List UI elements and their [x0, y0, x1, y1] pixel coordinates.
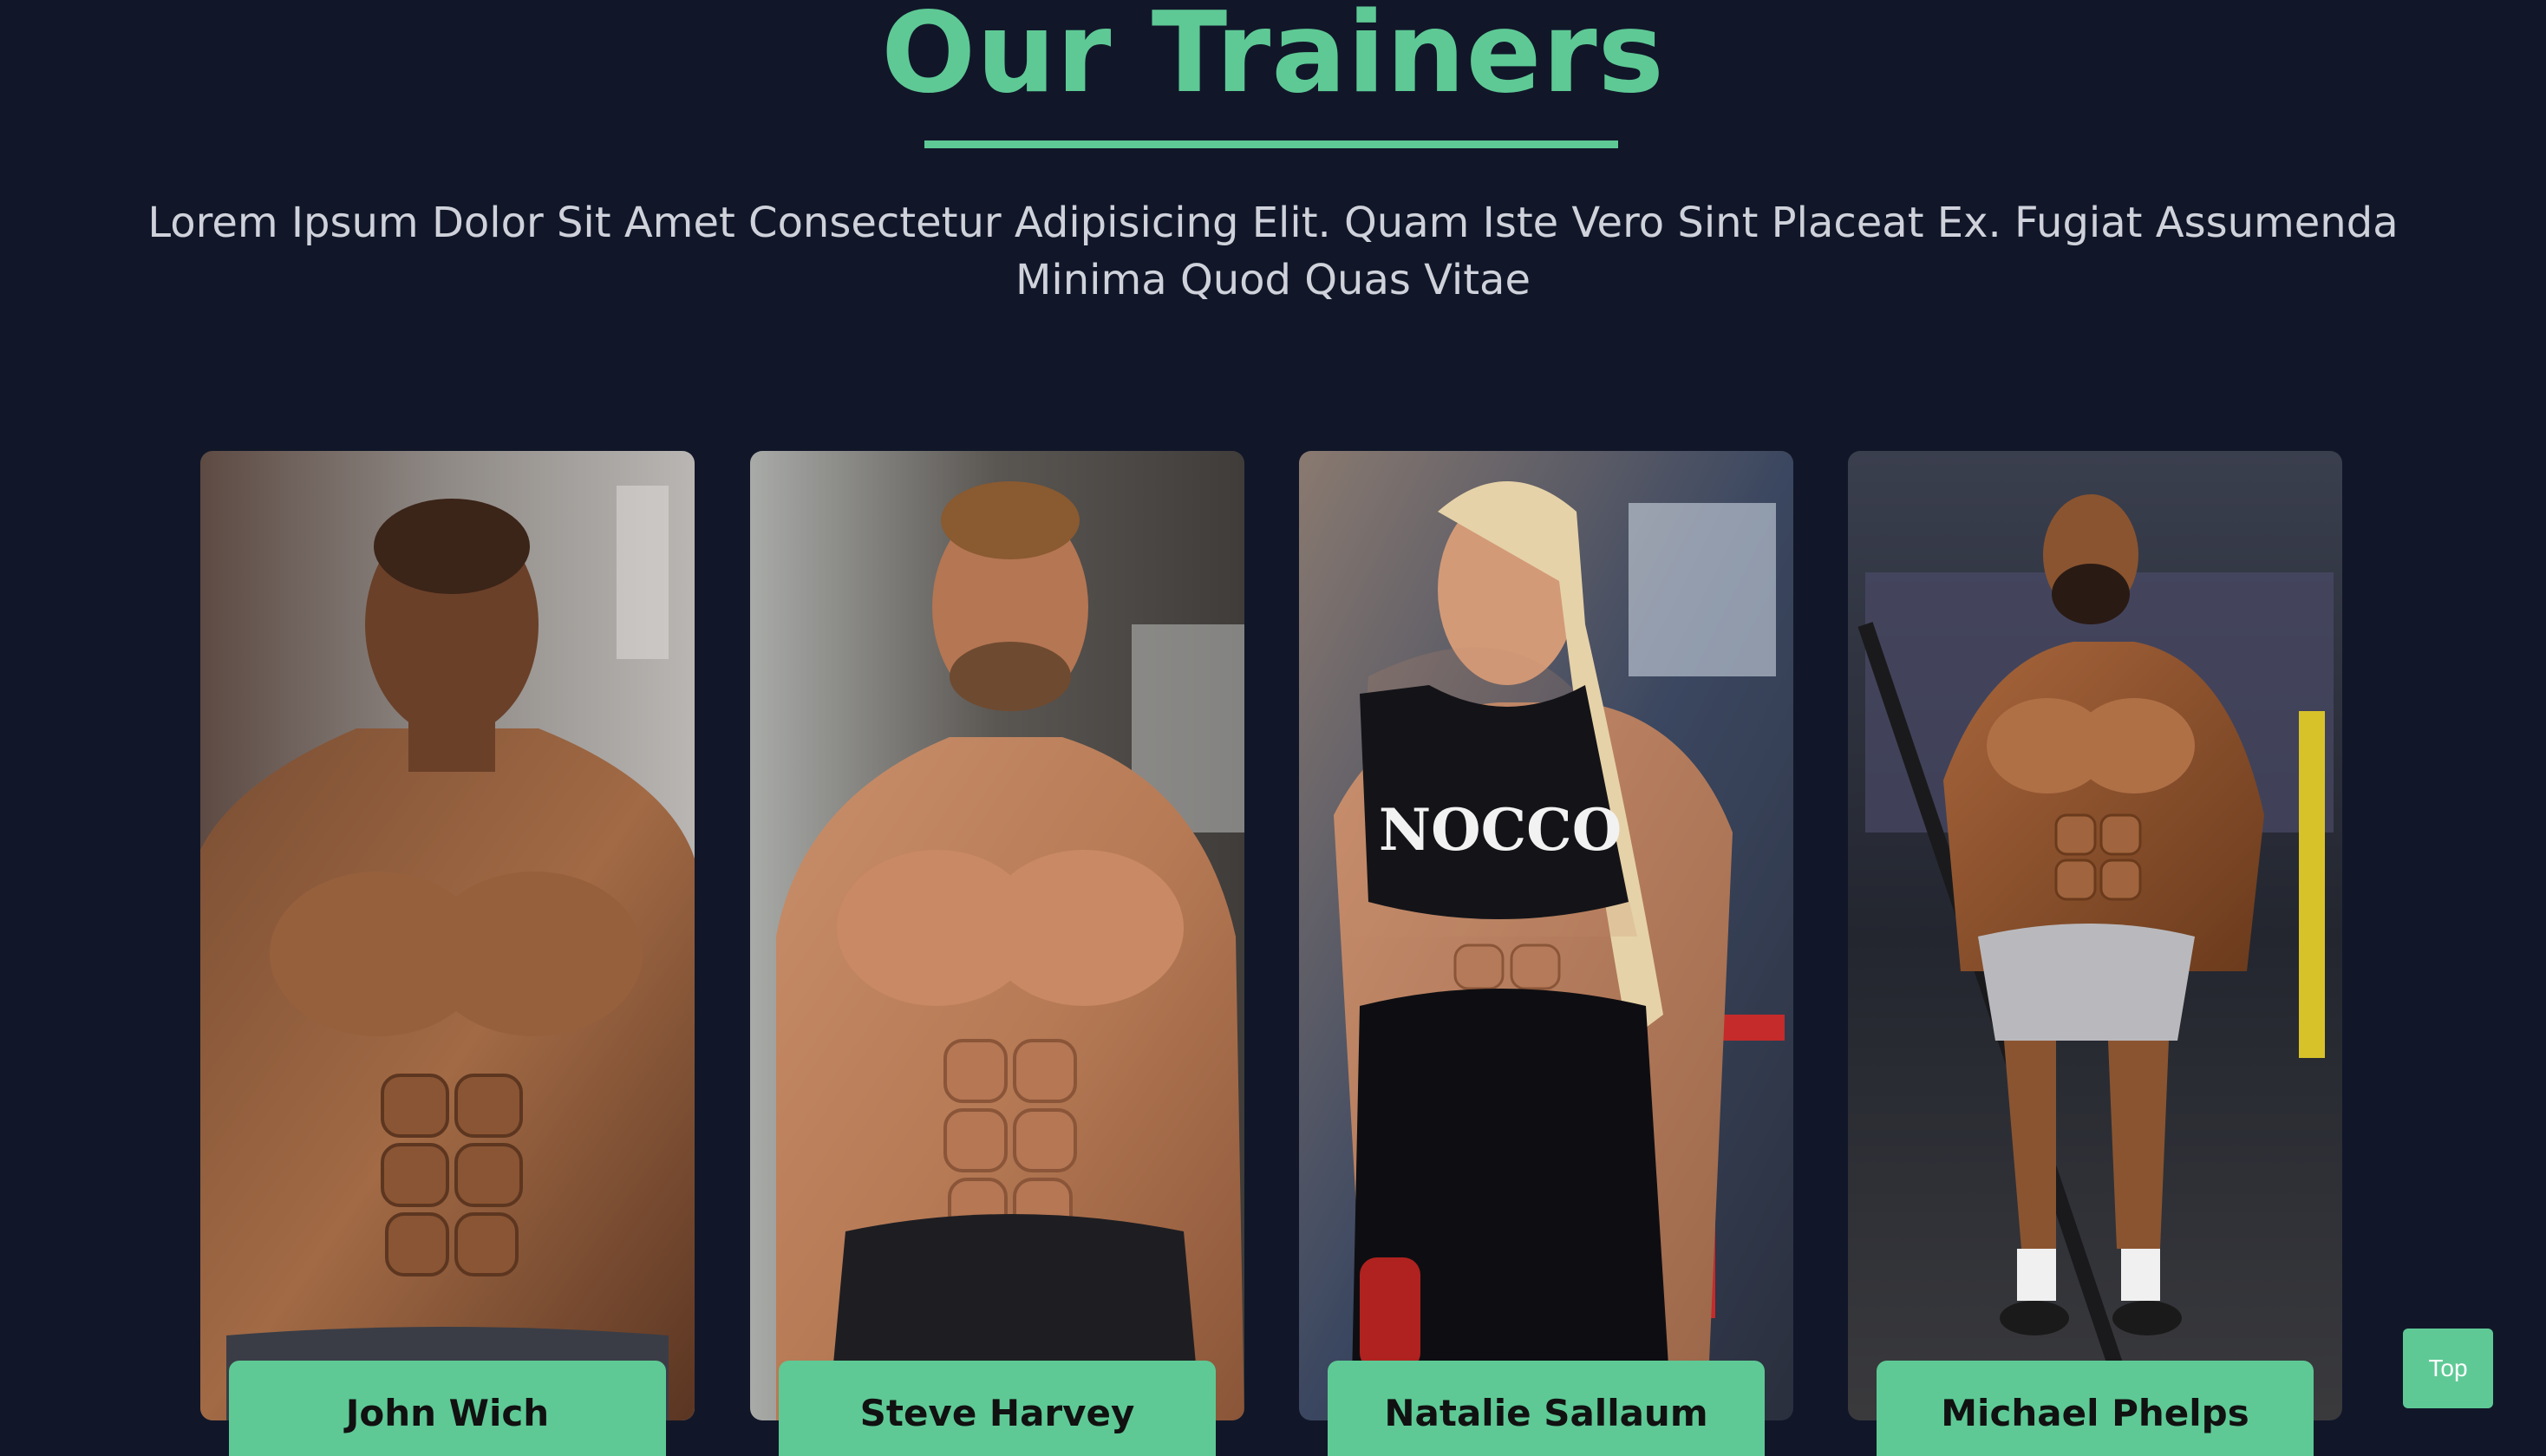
trainer-card-steve[interactable]: [750, 451, 1244, 1420]
trainer-photo: [200, 451, 695, 1420]
trainer-name-box[interactable]: Steve Harvey: [779, 1361, 1216, 1456]
title-underline: [924, 140, 1618, 148]
trainer-card-john[interactable]: [200, 451, 695, 1420]
trainer-name: Natalie Sallaum: [1384, 1392, 1708, 1434]
shirt-logo-text: NOCCO: [1379, 796, 1622, 864]
trainer-name: Steve Harvey: [859, 1392, 1135, 1434]
trainer-photo: [1848, 451, 2342, 1420]
trainer-name-box[interactable]: Michael Phelps: [1877, 1361, 2314, 1456]
trainer-photo: [750, 451, 1244, 1420]
trainer-card-natalie[interactable]: NOCCO: [1299, 451, 1793, 1420]
section-title: Our Trainers: [881, 0, 1665, 118]
trainer-photo: NOCCO: [1299, 451, 1793, 1420]
trainer-name: John Wich: [345, 1392, 550, 1434]
section-subtitle: Lorem Ipsum Dolor Sit Amet Consectetur A…: [147, 199, 2399, 304]
trainer-card-michael[interactable]: [1848, 451, 2342, 1420]
trainer-name-box[interactable]: John Wich: [229, 1361, 666, 1456]
trainer-name-box[interactable]: Natalie Sallaum: [1328, 1361, 1765, 1456]
trainer-name: Michael Phelps: [1941, 1392, 2249, 1434]
back-to-top-button[interactable]: Top: [2403, 1329, 2493, 1408]
